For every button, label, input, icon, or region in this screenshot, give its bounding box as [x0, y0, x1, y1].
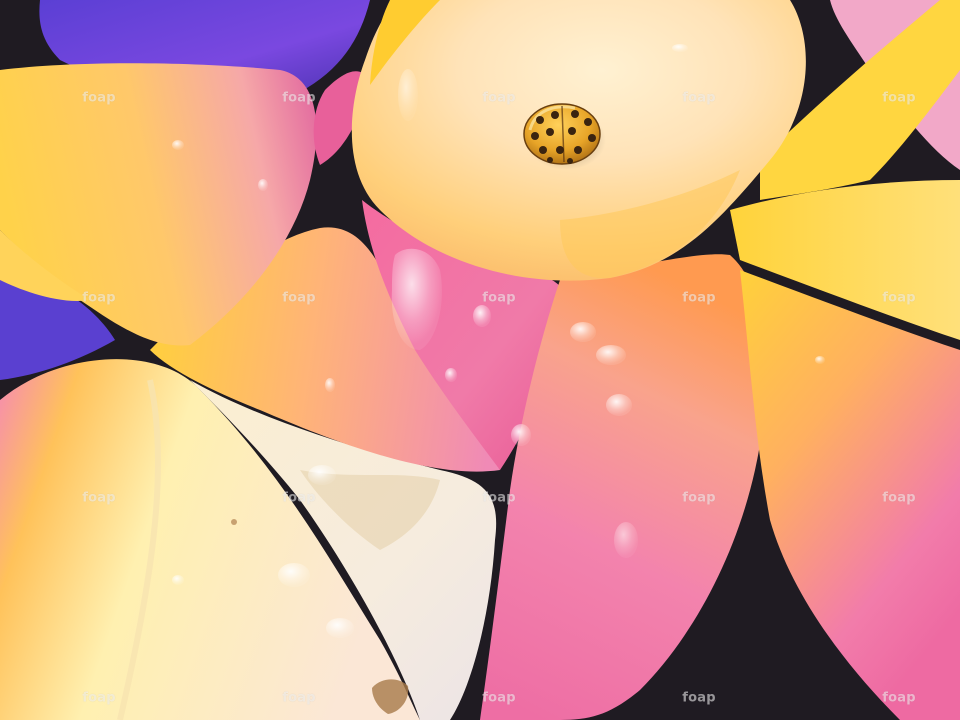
- petal-speck: [231, 519, 237, 525]
- plumeria-photo: [0, 0, 960, 720]
- photo-scene: foap foap foap foap foap foap foap foap …: [0, 0, 960, 720]
